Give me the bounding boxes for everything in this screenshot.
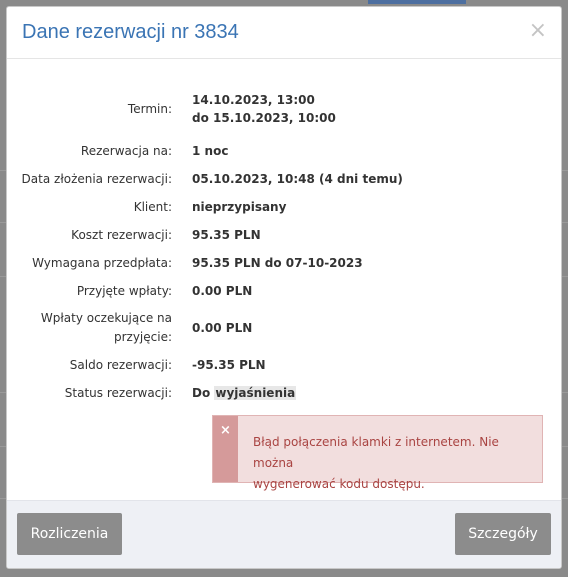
modal-header: Dane rezerwacji nr 3834 × bbox=[7, 7, 561, 59]
pending-payments-value: 0.00 PLN bbox=[192, 321, 253, 335]
alert-message: Błąd połączenia klamki z internetem. Nie… bbox=[253, 432, 528, 495]
status-row: Status rezerwacji: Do wyjaśnienia bbox=[7, 379, 561, 407]
reservation-for-value: 1 noc bbox=[192, 144, 229, 158]
pending-payments-label-line2: przyjęcie: bbox=[113, 330, 172, 344]
termin-label: Termin: bbox=[127, 101, 172, 116]
client-value: nieprzypisany bbox=[192, 200, 287, 214]
alert-message-line2: wygenerować kodu dostępu. bbox=[253, 477, 425, 491]
status-label: Status rezerwacji: bbox=[64, 385, 172, 400]
accepted-payments-value: 0.00 PLN bbox=[192, 284, 253, 298]
created-date-label: Data złożenia rezerwacji: bbox=[21, 171, 172, 186]
modal-body: Termin: 14.10.2023, 13:00 do 15.10.2023,… bbox=[7, 59, 561, 491]
termin-row: Termin: 14.10.2023, 13:00 do 15.10.2023,… bbox=[7, 81, 561, 137]
status-highlight: wyjaśnienia bbox=[214, 386, 297, 400]
cost-label: Koszt rezerwacji: bbox=[71, 227, 172, 242]
details-button[interactable]: Szczegóły bbox=[455, 513, 551, 555]
termin-to: do 15.10.2023, 10:00 bbox=[192, 111, 336, 125]
alert-close-icon[interactable]: × bbox=[220, 423, 231, 438]
reservation-for-label: Rezerwacja na: bbox=[80, 143, 172, 158]
pending-payments-row: Wpłaty oczekujące na przyjęcie: 0.00 PLN bbox=[7, 305, 561, 351]
balance-label: Saldo rezerwacji: bbox=[69, 357, 172, 372]
termin-from: 14.10.2023, 13:00 bbox=[192, 93, 315, 107]
status-prefix: Do bbox=[192, 386, 215, 400]
balance-row: Saldo rezerwacji: -95.35 PLN bbox=[7, 351, 561, 379]
settlements-button[interactable]: Rozliczenia bbox=[17, 513, 122, 555]
client-label: Klient: bbox=[133, 199, 172, 214]
deposit-row: Wymagana przedpłata: 95.35 PLN do 07-10-… bbox=[7, 249, 561, 277]
termin-value: 14.10.2023, 13:00 do 15.10.2023, 10:00 bbox=[192, 91, 336, 127]
accepted-payments-row: Przyjęte wpłaty: 0.00 PLN bbox=[7, 277, 561, 305]
close-icon[interactable]: × bbox=[529, 19, 547, 42]
modal-footer: Rozliczenia Szczegóły bbox=[7, 500, 561, 568]
created-date-value: 05.10.2023, 10:48 (4 dni temu) bbox=[192, 172, 403, 186]
cost-value: 95.35 PLN bbox=[192, 228, 261, 242]
created-date-row: Data złożenia rezerwacji: 05.10.2023, 10… bbox=[7, 165, 561, 193]
pending-payments-label: Wpłaty oczekujące na przyjęcie: bbox=[7, 309, 192, 347]
reservation-details-modal: Dane rezerwacji nr 3834 × Termin: 14.10.… bbox=[6, 6, 562, 569]
status-value: Do wyjaśnienia bbox=[192, 384, 297, 402]
background-nav-bar bbox=[368, 0, 466, 4]
accepted-payments-label: Przyjęte wpłaty: bbox=[76, 283, 172, 298]
alert-message-line1: Błąd połączenia klamki z internetem. Nie… bbox=[253, 435, 499, 470]
reservation-for-row: Rezerwacja na: 1 noc bbox=[7, 137, 561, 165]
error-alert: × Błąd połączenia klamki z internetem. N… bbox=[212, 415, 543, 491]
deposit-label: Wymagana przedpłata: bbox=[32, 255, 172, 270]
modal-title: Dane rezerwacji nr 3834 bbox=[22, 21, 239, 43]
client-row: Klient: nieprzypisany bbox=[7, 193, 561, 221]
deposit-value: 95.35 PLN do 07-10-2023 bbox=[192, 256, 363, 270]
pending-payments-label-line1: Wpłaty oczekujące na bbox=[40, 311, 172, 325]
balance-value: -95.35 PLN bbox=[192, 358, 266, 372]
cost-row: Koszt rezerwacji: 95.35 PLN bbox=[7, 221, 561, 249]
